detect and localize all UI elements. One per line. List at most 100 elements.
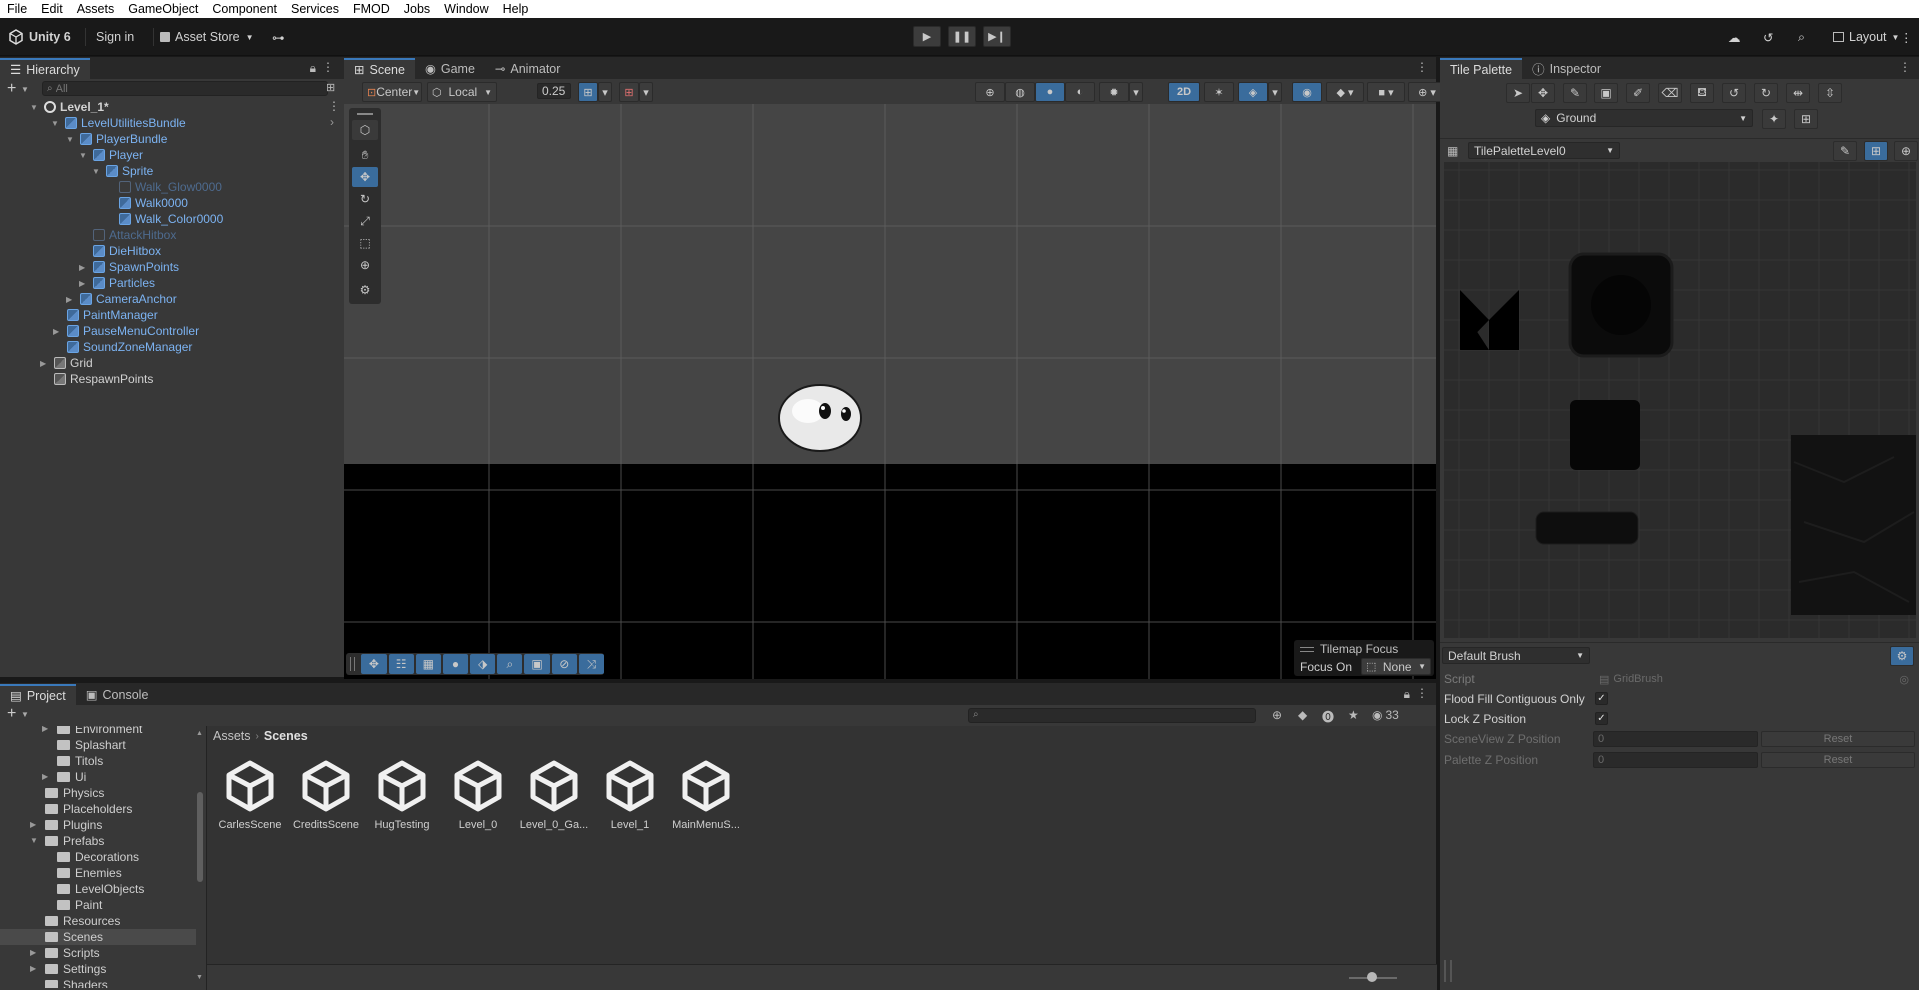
drag-handle-icon[interactable] [357,113,373,115]
tab-scene[interactable]: ⊞ Scene [344,58,415,79]
hierarchy-item[interactable]: Walk_Glow0000 [105,179,222,195]
tab-animator[interactable]: ⊸ Animator [485,58,571,79]
hierarchy-item[interactable]: ▶ SpawnPoints [79,259,179,275]
rotate-tool-icon[interactable]: ↻ [352,189,378,209]
palette-grid-icon[interactable]: ⊞ [1864,141,1888,161]
resize-handle-icon[interactable] [1444,960,1452,982]
scene-asset[interactable]: HugTesting [367,760,437,831]
hierarchy-item[interactable]: SoundZoneManager [53,339,192,355]
brush-settings-icon[interactable]: ⚙ [1890,646,1914,666]
move-tool-icon[interactable]: ✥ [352,167,378,187]
search-icon[interactable]: ⌕ [1798,28,1805,46]
flip-x-icon[interactable]: ⇹ [1786,83,1810,103]
compass-icon[interactable]: ⊘ [551,654,577,674]
scene-asset[interactable]: Level_0 [443,760,513,831]
label-filter-icon[interactable]: ◆ [1298,708,1307,722]
chevron-down-icon[interactable]: ▾ [598,82,612,102]
hierarchy-search[interactable]: ⌕ [42,81,328,96]
chevron-right-icon[interactable]: ▶ [30,964,40,973]
chevron-right-icon[interactable]: ▶ [42,726,52,733]
favorite-icon[interactable]: ★ [1348,708,1359,722]
hierarchy-item[interactable]: ▼ LevelUtilitiesBundle [38,115,340,131]
picker-icon[interactable]: ✐ [1626,83,1650,103]
hierarchy-item[interactable]: ▶ Particles [79,275,155,291]
circle-icon[interactable]: ● [442,654,469,674]
active-tilemap-dropdown[interactable]: ◈ Ground ▼ [1535,109,1753,127]
select-tool-icon[interactable]: ➤ [1506,83,1530,103]
menu-item-window[interactable]: Window [437,2,495,16]
chevron-right-icon[interactable]: ▶ [66,295,76,304]
scale-tool-icon[interactable]: ⤢ [352,211,378,231]
drag-handle-icon[interactable] [350,657,356,671]
zoom-slider-thumb[interactable] [1367,972,1377,982]
add-icon[interactable]: + [7,705,16,723]
effects-icon[interactable]: ◈ [1238,82,1268,102]
sceneview-z-reset-button[interactable]: Reset [1761,731,1915,747]
folder-item[interactable]: Titols [42,754,103,768]
lighting-toggle-icon[interactable]: ✶ [1204,82,1234,102]
shaded-icon[interactable]: ● [1035,82,1065,102]
scene-asset[interactable]: Level_0_Ga... [519,760,589,831]
space-dropdown[interactable]: ⬡ Local ▼ [427,82,497,102]
chevron-down-icon[interactable]: ▾ [1268,82,1282,102]
chevron-down-icon[interactable]: ▼ [92,167,102,176]
chevron-down-icon[interactable]: ▼ [51,119,61,128]
chevron-down-icon[interactable]: ▼ [30,836,40,845]
tab-console[interactable]: ▣ Console [76,684,159,705]
chevron-right-icon[interactable]: › [330,115,334,129]
hierarchy-item[interactable]: DieHitbox [79,243,161,259]
version-control-icon[interactable]: ⊶ [272,28,285,46]
lock-z-checkbox[interactable]: ✓ [1595,712,1608,725]
tab-hierarchy[interactable]: ☰ Hierarchy [0,58,90,79]
step-button[interactable]: ▶❙ [983,26,1011,47]
more-icon[interactable]: ⋮ [1416,686,1428,700]
scene-asset[interactable]: CreditsScene [291,760,361,831]
grid-icon[interactable]: ▦ [415,654,441,674]
rotate-ccw-icon[interactable]: ↺ [1722,83,1746,103]
menu-item-assets[interactable]: Assets [70,2,122,16]
folder-item[interactable]: Splashart [42,738,126,752]
script-field[interactable]: ▤ GridBrush ◎ [1595,671,1913,687]
2d-mode-button[interactable]: 2D [1168,82,1200,102]
breadcrumb-assets[interactable]: Assets [213,729,251,743]
navigation-icon[interactable]: ⬗ [470,654,496,674]
folder-item[interactable]: Paint [42,898,102,912]
palette-grid-view[interactable] [1444,162,1916,638]
folder-item[interactable]: ▶ Plugins [30,818,102,832]
warning-filter-icon[interactable]: ⓿ [1322,708,1334,725]
fill-bucket-icon[interactable]: ⛾ [1690,83,1714,103]
hierarchy-item[interactable]: PaintManager [53,307,158,323]
layout-dropdown[interactable]: Layout ▼ [1833,28,1899,46]
rect-tool-icon[interactable]: ⬚ [352,233,378,253]
sceneview-z-field[interactable]: 0 [1593,731,1758,747]
tile-palette-settings-icon[interactable]: ✦ [1762,109,1786,129]
hierarchy-item[interactable]: ▶ Grid [40,355,93,371]
chevron-right-icon[interactable]: ▶ [40,359,50,368]
wireframe-icon[interactable]: ⊕ [975,82,1005,102]
visibility-icon[interactable]: ◉ [1292,82,1322,102]
tile-palette-grid-icon[interactable]: ⊞ [1794,109,1818,129]
hierarchy-item[interactable]: Walk_Color0000 [105,211,223,227]
move-icon[interactable]: ✥ [361,654,387,674]
hierarchy-item[interactable]: ▼ Player [79,147,143,163]
history-icon[interactable]: ↺ [1763,28,1773,46]
tab-game[interactable]: ◉ Game [415,58,485,79]
debug-draw-icon[interactable]: ✹ [1099,82,1129,102]
account-button[interactable]: Unity 6 [8,28,71,46]
flip-y-icon[interactable]: ⇳ [1818,83,1842,103]
scene-root[interactable]: ▼ Level_1* [30,99,109,115]
tree-scrollbar-thumb[interactable] [197,792,203,882]
scene-asset[interactable]: MainMenuS... [671,760,741,831]
brush-dropdown[interactable]: Default Brush ▼ [1442,647,1590,664]
palette-dropdown[interactable]: TilePaletteLevel0 ▼ [1468,142,1620,159]
grid-visibility-icon[interactable]: ⊞ [619,82,639,102]
chevron-right-icon[interactable]: ▶ [53,327,63,336]
more-icon[interactable]: ⋮ [1416,60,1428,74]
folder-item[interactable]: LevelObjects [42,882,144,896]
screenshot-icon[interactable]: ▣ [524,654,550,674]
shaded-wireframe-icon[interactable]: ◍ [1005,82,1035,102]
hierarchy-item[interactable]: Walk0000 [105,195,188,211]
search-by-type-icon[interactable]: ⊕ [1272,708,1282,722]
chevron-up-icon[interactable]: ▲ [196,730,203,737]
folder-item[interactable]: Decorations [42,850,139,864]
